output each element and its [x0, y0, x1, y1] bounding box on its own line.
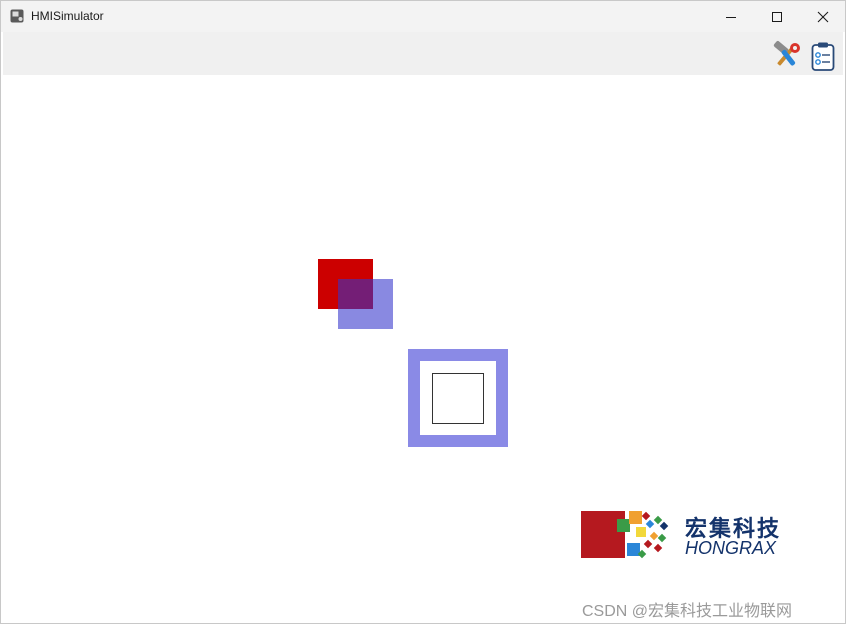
- clipboard-checklist-icon: [811, 42, 835, 71]
- app-window: HMISimulator 宏集科技 HONGRAX CSDN @宏集科技工业物联…: [0, 0, 846, 624]
- blue-frame-core: [432, 373, 484, 424]
- title-bar[interactable]: HMISimulator: [1, 1, 845, 32]
- checklist-button[interactable]: [806, 38, 840, 72]
- minimize-button[interactable]: [708, 1, 754, 32]
- watermark-text: CSDN @宏集科技工业物联网: [582, 603, 793, 620]
- translucent-blue-rectangle[interactable]: [338, 279, 393, 329]
- toolbar: [3, 32, 843, 75]
- build-tools-button[interactable]: [769, 38, 803, 72]
- maximize-icon: [772, 11, 782, 22]
- minimize-icon: [726, 16, 736, 18]
- close-button[interactable]: [800, 1, 845, 32]
- close-icon: [817, 11, 829, 22]
- maximize-button[interactable]: [754, 1, 800, 32]
- app-icon: [10, 9, 24, 23]
- hammer-wrench-icon: [773, 41, 800, 66]
- window-title: HMISimulator: [31, 9, 104, 23]
- logo-text-en: HONGRAX: [685, 538, 777, 558]
